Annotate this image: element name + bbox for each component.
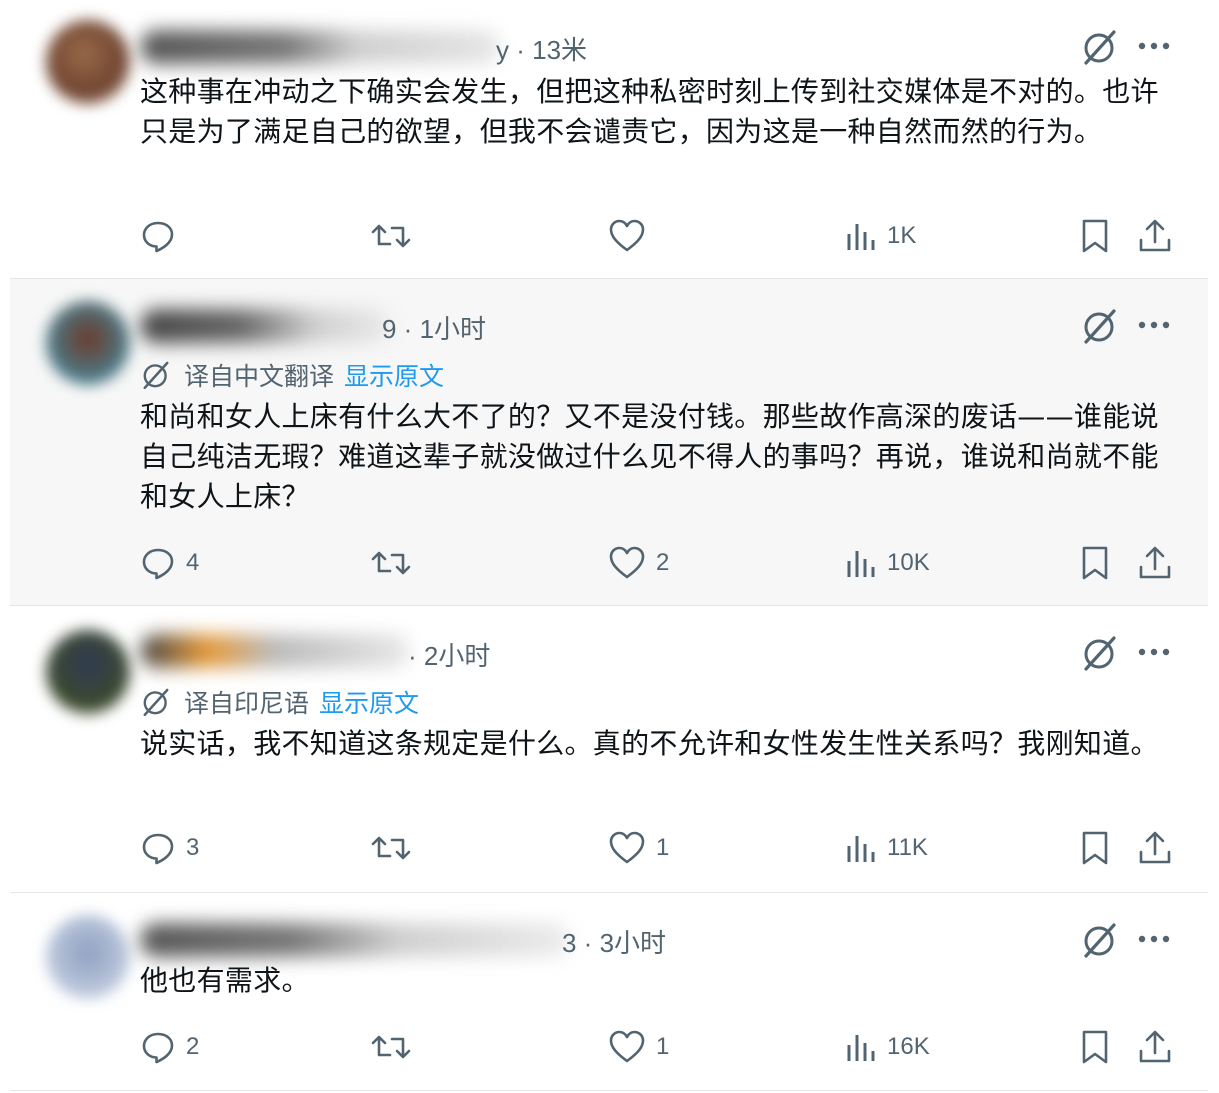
bookmark-button[interactable] bbox=[1080, 541, 1110, 585]
translated-from-label: 译自中文翻译 bbox=[184, 362, 335, 391]
reply-post[interactable]: 9 · 1小时 译自中文翻译 显示原文 和尚和女人上床有什么大不了的？又不是没付… bbox=[10, 279, 1208, 606]
reply-button[interactable]: 4 bbox=[140, 541, 199, 585]
views-count: 1K bbox=[887, 222, 917, 249]
bookmark-button[interactable] bbox=[1080, 214, 1110, 258]
translation-notice: 译自中文翻译 显示原文 bbox=[140, 357, 444, 393]
reply-count: 4 bbox=[186, 549, 200, 576]
avatar[interactable] bbox=[46, 301, 130, 385]
grok-icon[interactable] bbox=[1080, 306, 1120, 346]
repost-button[interactable] bbox=[370, 214, 412, 258]
post-text: 他也有需求。 bbox=[140, 964, 310, 997]
translate-icon bbox=[143, 361, 169, 390]
like-button[interactable]: 1 bbox=[608, 826, 669, 870]
share-icon bbox=[1139, 831, 1171, 864]
bookmark-icon bbox=[1082, 546, 1108, 580]
views-chart-icon bbox=[847, 551, 875, 577]
like-button[interactable] bbox=[608, 214, 656, 258]
translation-notice: 译自印尼语 显示原文 bbox=[140, 684, 419, 720]
share-button[interactable] bbox=[1138, 826, 1172, 870]
share-button[interactable] bbox=[1138, 541, 1172, 585]
grok-icon[interactable] bbox=[1080, 920, 1120, 960]
views-button[interactable]: 1K bbox=[845, 214, 916, 258]
action-bar: 3 1 11K bbox=[140, 826, 1180, 870]
author-name-blurred[interactable] bbox=[140, 923, 570, 957]
post-text: 说实话，我不知道这条规定是什么。真的不允许和女性发生性关系吗？我刚知道。 bbox=[140, 727, 1159, 760]
repost-button[interactable] bbox=[370, 826, 412, 870]
like-count: 2 bbox=[656, 549, 670, 576]
bookmark-icon bbox=[1082, 219, 1108, 253]
heart-icon bbox=[609, 546, 645, 579]
like-button[interactable]: 2 bbox=[608, 541, 669, 585]
reply-button[interactable]: 2 bbox=[140, 1025, 199, 1069]
heart-icon bbox=[609, 219, 645, 252]
translated-from-label: 译自印尼语 bbox=[184, 689, 310, 718]
post-text: 这种事在冲动之下确实会发生，但把这种私密时刻上传到社交媒体是不对的。也许只是为了… bbox=[140, 75, 1159, 148]
more-dots-icon[interactable] bbox=[1136, 924, 1172, 954]
reply-icon bbox=[142, 548, 174, 580]
like-count: 1 bbox=[656, 834, 670, 861]
share-icon bbox=[1139, 1030, 1171, 1063]
heart-icon bbox=[609, 831, 645, 864]
translate-icon bbox=[143, 688, 169, 717]
author-name-blurred[interactable] bbox=[140, 634, 410, 668]
repost-button[interactable] bbox=[370, 1025, 412, 1069]
post-timestamp[interactable]: y · 13米 bbox=[496, 30, 587, 67]
repost-icon bbox=[371, 551, 411, 575]
views-chart-icon bbox=[847, 224, 875, 250]
reply-post[interactable]: y · 13米 这种事在冲动之下确实会发生，但把这种私密时刻上传到社交媒体是不对… bbox=[10, 0, 1208, 279]
reply-button[interactable] bbox=[140, 214, 186, 258]
reply-icon bbox=[142, 221, 174, 253]
action-bar: 4 2 10K bbox=[140, 541, 1180, 585]
post-timestamp[interactable]: 3 · 3小时 bbox=[562, 923, 666, 960]
bookmark-button[interactable] bbox=[1080, 826, 1110, 870]
avatar[interactable] bbox=[46, 915, 130, 999]
more-dots-icon[interactable] bbox=[1136, 310, 1172, 340]
author-name-blurred[interactable] bbox=[140, 309, 390, 343]
heart-icon bbox=[609, 1030, 645, 1063]
post-text: 和尚和女人上床有什么大不了的？又不是没付钱。那些故作高深的废话——谁能说自己纯洁… bbox=[140, 400, 1159, 513]
reply-icon bbox=[142, 1032, 174, 1064]
more-dots-icon[interactable] bbox=[1136, 31, 1172, 61]
share-icon bbox=[1139, 546, 1171, 579]
repost-icon bbox=[371, 1035, 411, 1059]
repost-icon bbox=[371, 224, 411, 248]
grok-icon[interactable] bbox=[1080, 633, 1120, 673]
views-button[interactable]: 10K bbox=[845, 541, 930, 585]
views-count: 16K bbox=[887, 1033, 930, 1060]
share-icon bbox=[1139, 219, 1171, 252]
like-count: 1 bbox=[656, 1033, 670, 1060]
reply-icon bbox=[142, 833, 174, 865]
show-original-link[interactable]: 显示原文 bbox=[319, 684, 419, 720]
action-bar: 1K bbox=[140, 214, 1180, 258]
post-timestamp[interactable]: 9 · 1小时 bbox=[382, 309, 486, 346]
more-dots-icon[interactable] bbox=[1136, 637, 1172, 667]
post-timestamp[interactable]: · 2小时 bbox=[408, 636, 490, 673]
reply-post[interactable]: · 2小时 译自印尼语 显示原文 说实话，我不知道这条规定是什么。真的不允许和女… bbox=[10, 606, 1208, 893]
grok-icon[interactable] bbox=[1080, 27, 1120, 67]
avatar[interactable] bbox=[46, 20, 130, 104]
views-chart-icon bbox=[847, 836, 875, 862]
views-button[interactable]: 11K bbox=[845, 826, 928, 870]
share-button[interactable] bbox=[1138, 214, 1172, 258]
repost-button[interactable] bbox=[370, 541, 412, 585]
repost-icon bbox=[371, 836, 411, 860]
show-original-link[interactable]: 显示原文 bbox=[344, 357, 444, 393]
views-count: 10K bbox=[887, 549, 930, 576]
share-button[interactable] bbox=[1138, 1025, 1172, 1069]
bookmark-icon bbox=[1082, 831, 1108, 865]
views-chart-icon bbox=[847, 1035, 875, 1061]
author-name-blurred[interactable] bbox=[140, 30, 500, 64]
action-bar: 2 1 16K bbox=[140, 1025, 1180, 1069]
reply-post[interactable]: 3 · 3小时 他也有需求。 2 1 16K bbox=[10, 893, 1208, 1091]
reply-button[interactable]: 3 bbox=[140, 826, 199, 870]
bookmark-icon bbox=[1082, 1030, 1108, 1064]
views-button[interactable]: 16K bbox=[845, 1025, 930, 1069]
avatar[interactable] bbox=[46, 630, 130, 714]
reply-count: 3 bbox=[186, 834, 200, 861]
reply-count: 2 bbox=[186, 1033, 200, 1060]
like-button[interactable]: 1 bbox=[608, 1025, 669, 1069]
bookmark-button[interactable] bbox=[1080, 1025, 1110, 1069]
views-count: 11K bbox=[887, 834, 928, 861]
